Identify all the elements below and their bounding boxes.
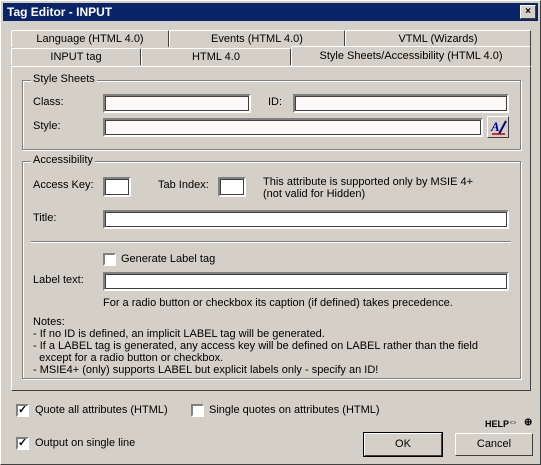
tab-html4[interactable]: HTML 4.0 xyxy=(141,48,291,65)
ok-button[interactable]: OK xyxy=(363,432,443,457)
style-sheets-group: Style Sheets Class: ID: Style: A xyxy=(22,73,521,150)
style-sheets-legend: Style Sheets xyxy=(31,73,97,85)
single-line-label: Output on single line xyxy=(35,437,136,449)
help-arrows-icon[interactable]: ⇔ xyxy=(508,417,518,428)
tab-panel: Style Sheets Class: ID: Style: A Accessi… xyxy=(11,66,531,391)
msie-note-line2: (not valid for Hidden) xyxy=(263,188,366,200)
svg-text:A: A xyxy=(490,119,500,134)
generate-label-text: Generate Label tag xyxy=(121,253,216,265)
help-label[interactable]: HELP xyxy=(485,419,509,429)
notes-line-4: - MSIE4+ (only) supports LABEL but expli… xyxy=(33,364,379,376)
notes-heading: Notes: xyxy=(33,316,65,328)
style-input[interactable] xyxy=(103,118,483,137)
title-bar[interactable]: Tag Editor - INPUT × xyxy=(3,3,538,21)
single-quotes-label: Single quotes on attributes (HTML) xyxy=(209,404,380,416)
style-label: Style: xyxy=(33,120,61,132)
tab-index-input[interactable] xyxy=(218,177,246,197)
accessibility-group: Accessibility Access Key: Tab Index: Thi… xyxy=(22,154,521,379)
single-quotes-checkbox[interactable] xyxy=(191,404,204,417)
single-line-checkbox[interactable]: ✓ xyxy=(16,437,29,450)
label-text-input[interactable] xyxy=(103,272,509,291)
style-editor-icon: A xyxy=(490,119,507,135)
title-label: Title: xyxy=(33,212,57,224)
generate-label-checkbox[interactable] xyxy=(103,253,116,266)
style-editor-button[interactable]: A xyxy=(487,116,509,138)
tab-vtml[interactable]: VTML (Wizards) xyxy=(345,30,531,47)
class-label: Class: xyxy=(33,96,64,108)
quote-all-label: Quote all attributes (HTML) xyxy=(35,404,168,416)
title-input[interactable] xyxy=(103,210,509,229)
access-key-label: Access Key: xyxy=(33,179,94,191)
accessibility-separator xyxy=(31,241,511,243)
msie-note-line1: This attribute is supported only by MSIE… xyxy=(263,176,474,188)
close-button[interactable]: × xyxy=(520,5,536,19)
id-input[interactable] xyxy=(293,94,509,113)
notes-line-2: - If a LABEL tag is generated, any acces… xyxy=(33,340,478,352)
label-text-label: Label text: xyxy=(33,274,84,286)
class-input[interactable] xyxy=(103,94,251,113)
tab-index-label: Tab Index: xyxy=(158,179,209,191)
cancel-button[interactable]: Cancel xyxy=(455,433,533,456)
accessibility-legend: Accessibility xyxy=(31,154,95,166)
tab-events[interactable]: Events (HTML 4.0) xyxy=(169,30,345,47)
quote-all-checkbox[interactable]: ✓ xyxy=(16,404,29,417)
id-label: ID: xyxy=(268,96,283,108)
tab-input-tag[interactable]: INPUT tag xyxy=(11,48,141,65)
notes-line-1: - If no ID is defined, an implicit LABEL… xyxy=(33,328,325,340)
help-target-icon[interactable]: ⊕ xyxy=(524,417,532,428)
access-key-input[interactable] xyxy=(103,177,131,197)
radio-caption-note: For a radio button or checkbox its capti… xyxy=(103,297,453,309)
notes-line-3: except for a radio button or checkbox. xyxy=(33,352,224,364)
tab-style-sheets-accessibility[interactable]: Style Sheets/Accessibility (HTML 4.0) xyxy=(291,46,531,66)
window-title: Tag Editor - INPUT xyxy=(7,5,113,19)
tab-language[interactable]: Language (HTML 4.0) xyxy=(11,30,169,47)
tag-editor-window: Tag Editor - INPUT × Language (HTML 4.0)… xyxy=(0,0,541,465)
